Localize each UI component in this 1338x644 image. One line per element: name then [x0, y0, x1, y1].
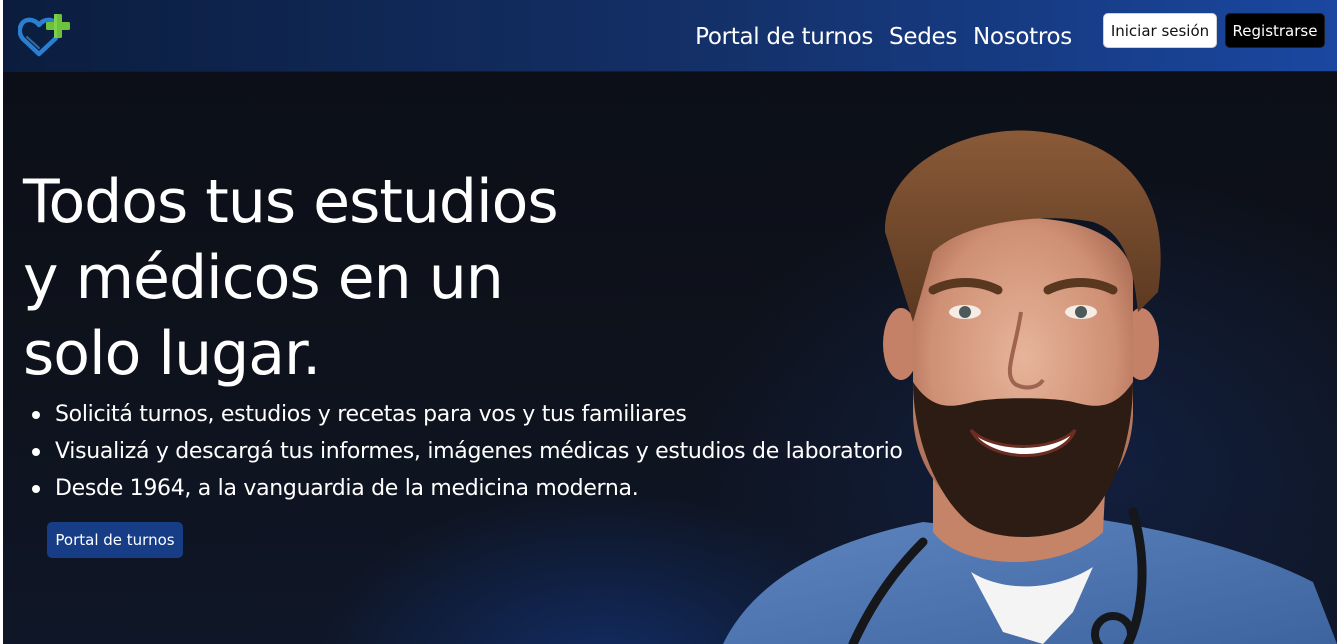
feature-item: Visualizá y descargá tus informes, imáge…: [32, 433, 903, 470]
register-button[interactable]: Registrarse: [1225, 13, 1325, 48]
login-button[interactable]: Iniciar sesión: [1103, 13, 1217, 48]
feature-item: Solicitá turnos, estudios y recetas para…: [32, 396, 903, 433]
feature-list: Solicitá turnos, estudios y recetas para…: [32, 396, 903, 507]
heart-plus-icon: [17, 14, 70, 57]
nav-link-nosotros[interactable]: Nosotros: [973, 22, 1072, 52]
nav-link-sedes[interactable]: Sedes: [889, 22, 957, 52]
page: Portal de turnos Sedes Nosotros Iniciar …: [3, 0, 1337, 644]
headline-line: solo lugar.: [23, 319, 321, 389]
smiling-doctor-photo: [723, 130, 1337, 644]
logo[interactable]: [17, 12, 74, 58]
headline-line: Todos tus estudios: [23, 167, 559, 237]
headline-line: y médicos en un: [23, 243, 504, 313]
hero-section: Todos tus estudios y médicos en un solo …: [3, 72, 1337, 644]
portal-de-turnos-button[interactable]: Portal de turnos: [47, 522, 183, 558]
hero-headline: Todos tus estudios y médicos en un solo …: [23, 164, 643, 392]
feature-item: Desde 1964, a la vanguardia de la medici…: [32, 470, 903, 507]
navbar: Portal de turnos Sedes Nosotros Iniciar …: [3, 0, 1337, 72]
nav-link-portal-de-turnos[interactable]: Portal de turnos: [695, 22, 873, 52]
nav-links: Portal de turnos Sedes Nosotros: [695, 22, 1072, 52]
